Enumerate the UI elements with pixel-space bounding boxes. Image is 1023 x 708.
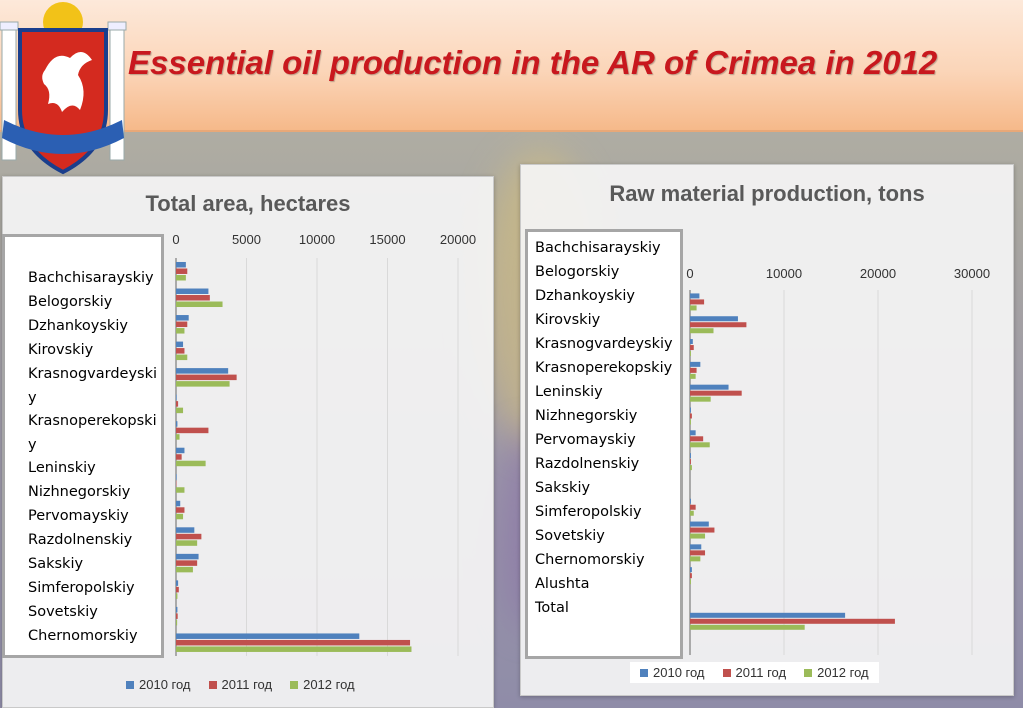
bar [690, 384, 729, 390]
legend-swatch [804, 668, 813, 677]
bar [690, 550, 706, 556]
bar [690, 351, 691, 357]
bar [690, 413, 692, 419]
bar [690, 556, 701, 562]
legend-item: 2011 год [722, 665, 787, 680]
bar [690, 544, 702, 550]
bar [690, 498, 691, 504]
bar [690, 316, 738, 322]
bar [690, 328, 714, 334]
legend-item: 2010 год [640, 665, 705, 680]
bar [690, 419, 691, 425]
legend-label: 2010 год [653, 665, 705, 680]
bar [690, 624, 805, 630]
legend-label: 2012 год [817, 665, 869, 680]
production-bar-chart: 0 10000 20000 30000 [686, 266, 990, 655]
bar [690, 533, 706, 539]
legend-item: 2012 год [804, 665, 869, 680]
bar [690, 305, 697, 311]
bar [690, 293, 700, 299]
x-tick-label: 30000 [954, 266, 990, 281]
bar [690, 299, 705, 305]
bar [690, 579, 691, 585]
bar [690, 407, 691, 413]
bar [690, 618, 895, 624]
bar [690, 430, 696, 436]
x-tick-label: 10000 [766, 266, 802, 281]
bar [690, 459, 691, 465]
bar [690, 573, 692, 579]
legend-label: 2011 год [735, 665, 787, 680]
bar [690, 567, 692, 573]
bar [690, 367, 697, 373]
bar [690, 361, 701, 367]
bar [690, 612, 846, 618]
bar [690, 345, 694, 351]
bar [690, 521, 709, 527]
x-tick-label: 0 [686, 266, 693, 281]
bar [690, 442, 710, 448]
bar [690, 436, 704, 442]
bar [690, 373, 696, 379]
legend-swatch [640, 668, 648, 677]
bar [690, 465, 692, 471]
bar [690, 527, 715, 533]
bar [690, 510, 694, 516]
bar [690, 390, 742, 396]
bar [690, 453, 691, 459]
legend: 2010 год 2011 год 2012 год [630, 662, 879, 683]
legend-swatch [722, 668, 731, 677]
bar [690, 322, 747, 328]
bar [690, 396, 711, 402]
bar [690, 339, 693, 345]
bar [690, 504, 696, 510]
x-tick-label: 20000 [860, 266, 896, 281]
